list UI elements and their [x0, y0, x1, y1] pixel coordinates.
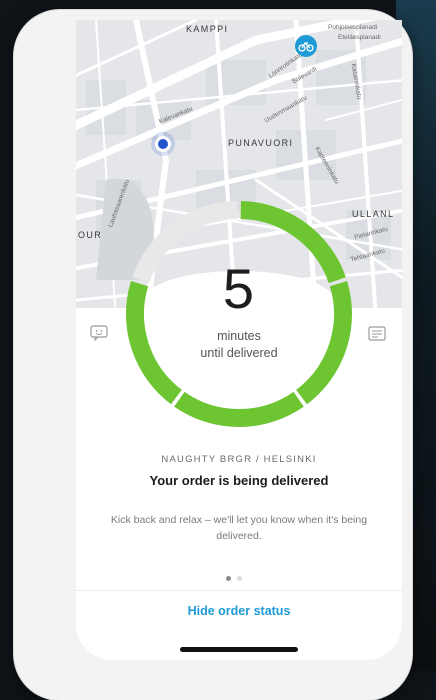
- home-indicator[interactable]: [180, 647, 298, 652]
- minutes-label: minutes until delivered: [121, 328, 357, 362]
- map-street-label: Bulevardi: [291, 65, 319, 86]
- map-street-label: Pietarinkatu: [353, 225, 389, 242]
- receipt-icon[interactable]: [368, 326, 386, 342]
- hide-order-status-button[interactable]: Hide order status: [136, 604, 342, 618]
- map-street-label: Lauttasaarenkatu: [107, 178, 131, 229]
- map-street-label: Kasarmikatu: [349, 63, 363, 100]
- minutes-caption: until delivered: [200, 346, 278, 360]
- map-street-label: Kalevankatu: [157, 105, 194, 126]
- phone-frame: KAMPPI PUNAVUORI ULLANL OUR Kalevankatu …: [14, 10, 412, 700]
- chat-support-icon[interactable]: [90, 325, 108, 342]
- restaurant-name: NAUGHTY BRGR / HELSINKI: [161, 454, 317, 465]
- page-indicator: [226, 568, 248, 586]
- map-street-label: Pohjoisesplanadi: [328, 24, 378, 31]
- map-street-label: Eteläesplanadi: [338, 34, 381, 41]
- app-screen: KAMPPI PUNAVUORI ULLANL OUR Kalevankatu …: [76, 20, 402, 660]
- map-street-label: Kapteeninkatu: [313, 145, 341, 186]
- order-status-title: Your order is being delivered: [149, 473, 329, 488]
- minutes-count: 5: [222, 257, 256, 320]
- minutes-unit: minutes: [217, 329, 261, 343]
- divider: [76, 590, 402, 591]
- location-pin-icon: [155, 136, 171, 152]
- map-street-label: Uudenmaankatu: [263, 94, 309, 125]
- bicycle-icon[interactable]: [295, 35, 317, 57]
- order-status-description: Kick back and relax – we'll let you know…: [110, 514, 368, 542]
- page-dot[interactable]: [237, 576, 242, 581]
- page-dot-active[interactable]: [226, 576, 231, 581]
